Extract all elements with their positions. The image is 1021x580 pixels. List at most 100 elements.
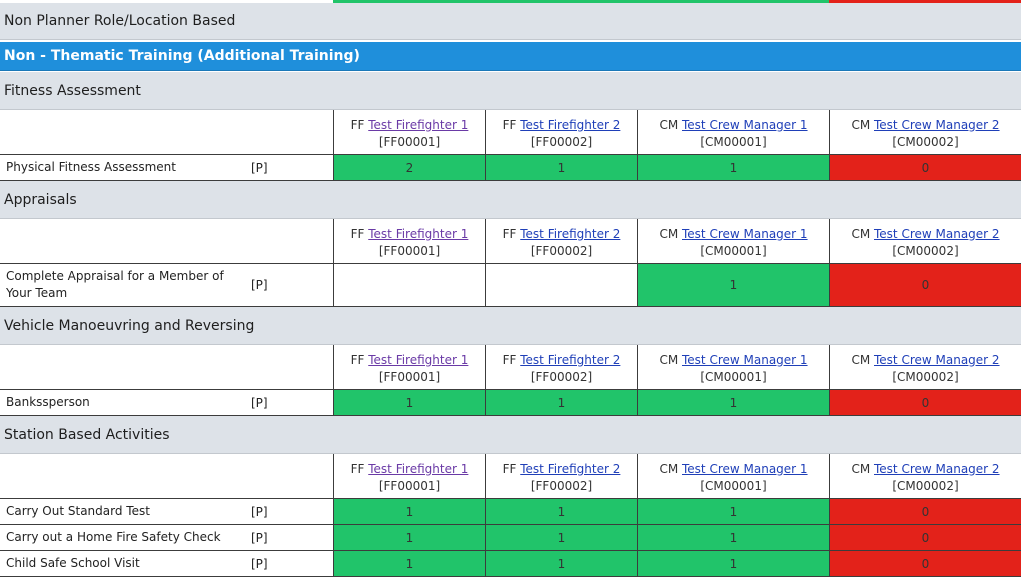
- person-link[interactable]: Test Crew Manager 1: [682, 227, 808, 241]
- person-column-header: CM Test Crew Manager 1 [CM00001]: [637, 345, 829, 389]
- section-header-vehicle: Vehicle Manoeuvring and Reversing: [0, 307, 1021, 345]
- role-header-title: Non Planner Role/Location Based: [4, 13, 236, 29]
- people-header-row: FF Test Firefighter 1 [FF00001] FF Test F…: [0, 110, 1021, 155]
- status-cell-green[interactable]: 1: [333, 499, 485, 524]
- person-id: [FF00002]: [530, 135, 593, 149]
- status-cell-empty[interactable]: [485, 264, 637, 306]
- activity-tag: [P]: [251, 556, 268, 571]
- status-cell-red[interactable]: 0: [829, 551, 1021, 576]
- status-cell-red[interactable]: 0: [829, 525, 1021, 550]
- activity-tag: [P]: [251, 530, 268, 545]
- status-cell-red[interactable]: 0: [829, 155, 1021, 180]
- person-column-header: FF Test Firefighter 1 [FF00001]: [333, 110, 485, 154]
- status-cell-green[interactable]: 1: [637, 551, 829, 576]
- category-header[interactable]: Non - Thematic Training (Additional Trai…: [0, 42, 1021, 71]
- person-column-header: FF Test Firefighter 1 [FF00001]: [333, 345, 485, 389]
- person-prefix: FF: [350, 227, 365, 241]
- status-cell-empty[interactable]: [333, 264, 485, 306]
- status-cell-green[interactable]: 1: [637, 264, 829, 306]
- activity-tag: [P]: [251, 160, 268, 175]
- person-link[interactable]: Test Crew Manager 2: [874, 353, 1000, 367]
- status-cell-green[interactable]: 1: [485, 551, 637, 576]
- activity-tag: [P]: [251, 395, 268, 410]
- person-link[interactable]: Test Firefighter 1: [368, 462, 468, 476]
- person-column-header: CM Test Crew Manager 2 [CM00002]: [829, 110, 1021, 154]
- section-header-station: Station Based Activities: [0, 416, 1021, 454]
- status-cell-green[interactable]: 1: [333, 551, 485, 576]
- person-column-header: CM Test Crew Manager 2 [CM00002]: [829, 219, 1021, 263]
- person-link[interactable]: Test Crew Manager 2: [874, 462, 1000, 476]
- person-column-header: FF Test Firefighter 1 [FF00001]: [333, 219, 485, 263]
- section-header-appraisals: Appraisals: [0, 181, 1021, 219]
- activity-name: Complete Appraisal for a Member of Your …: [6, 269, 224, 300]
- person-link[interactable]: Test Firefighter 1: [368, 227, 468, 241]
- status-cell-red[interactable]: 0: [829, 264, 1021, 306]
- person-column-header: CM Test Crew Manager 2 [CM00002]: [829, 454, 1021, 498]
- activity-tag: [P]: [251, 504, 268, 519]
- person-id: [CM00001]: [700, 244, 767, 258]
- person-id: [FF00001]: [378, 479, 441, 493]
- activity-row: Bankssperson [P] 1 1 1 0: [0, 390, 1021, 416]
- status-cell-green[interactable]: 1: [637, 390, 829, 415]
- person-link[interactable]: Test Firefighter 2: [520, 227, 620, 241]
- person-id: [CM00001]: [700, 479, 767, 493]
- person-column-header: FF Test Firefighter 2 [FF00002]: [485, 454, 637, 498]
- section-title: Fitness Assessment: [4, 82, 141, 99]
- activity-row: Complete Appraisal for a Member of Your …: [0, 264, 1021, 307]
- person-id: [FF00002]: [530, 370, 593, 384]
- person-column-header: CM Test Crew Manager 1 [CM00001]: [637, 454, 829, 498]
- status-cell-green[interactable]: 1: [485, 155, 637, 180]
- person-column-header: FF Test Firefighter 2 [FF00002]: [485, 219, 637, 263]
- person-link[interactable]: Test Firefighter 2: [520, 353, 620, 367]
- person-link[interactable]: Test Crew Manager 1: [682, 353, 808, 367]
- status-cell-green[interactable]: 1: [485, 390, 637, 415]
- person-prefix: CM: [659, 353, 679, 367]
- person-prefix: FF: [502, 462, 517, 476]
- status-cell-green[interactable]: 1: [333, 390, 485, 415]
- section-title: Station Based Activities: [4, 426, 170, 443]
- status-cell-green[interactable]: 1: [485, 499, 637, 524]
- person-prefix: FF: [502, 353, 517, 367]
- activity-row: Physical Fitness Assessment [P] 2 1 1 0: [0, 155, 1021, 181]
- person-link[interactable]: Test Firefighter 1: [368, 118, 468, 132]
- people-header-row: FF Test Firefighter 1 [FF00001] FF Test F…: [0, 454, 1021, 499]
- section-header-fitness: Fitness Assessment: [0, 72, 1021, 110]
- person-id: [FF00001]: [378, 135, 441, 149]
- person-link[interactable]: Test Firefighter 2: [520, 462, 620, 476]
- person-link[interactable]: Test Firefighter 1: [368, 353, 468, 367]
- person-prefix: FF: [350, 353, 365, 367]
- person-link[interactable]: Test Crew Manager 1: [682, 462, 808, 476]
- person-link[interactable]: Test Crew Manager 2: [874, 118, 1000, 132]
- person-id: [CM00002]: [892, 370, 959, 384]
- person-prefix: CM: [659, 118, 679, 132]
- status-cell-red[interactable]: 0: [829, 499, 1021, 524]
- person-link[interactable]: Test Crew Manager 2: [874, 227, 1000, 241]
- role-header: Non Planner Role/Location Based: [0, 3, 1021, 40]
- person-prefix: FF: [350, 462, 365, 476]
- people-header-row: FF Test Firefighter 1 [FF00001] FF Test F…: [0, 345, 1021, 390]
- person-id: [FF00001]: [378, 370, 441, 384]
- person-id: [FF00002]: [530, 244, 593, 258]
- status-cell-green[interactable]: 2: [333, 155, 485, 180]
- status-cell-green[interactable]: 1: [637, 525, 829, 550]
- status-cell-green[interactable]: 1: [333, 525, 485, 550]
- activity-name: Carry out a Home Fire Safety Check: [6, 530, 221, 544]
- status-cell-red[interactable]: 0: [829, 390, 1021, 415]
- activity-row: Child Safe School Visit [P] 1 1 1 0: [0, 551, 1021, 577]
- status-cell-green[interactable]: 1: [485, 525, 637, 550]
- person-id: [CM00002]: [892, 244, 959, 258]
- person-link[interactable]: Test Firefighter 2: [520, 118, 620, 132]
- person-prefix: CM: [659, 462, 679, 476]
- person-prefix: CM: [851, 462, 871, 476]
- person-link[interactable]: Test Crew Manager 1: [682, 118, 808, 132]
- activity-tag: [P]: [251, 278, 268, 292]
- person-prefix: FF: [502, 118, 517, 132]
- person-id: [CM00002]: [892, 479, 959, 493]
- person-prefix: CM: [851, 227, 871, 241]
- person-prefix: CM: [851, 118, 871, 132]
- people-header-row: FF Test Firefighter 1 [FF00001] FF Test F…: [0, 219, 1021, 264]
- status-cell-green[interactable]: 1: [637, 155, 829, 180]
- status-cell-green[interactable]: 1: [637, 499, 829, 524]
- person-column-header: FF Test Firefighter 2 [FF00002]: [485, 110, 637, 154]
- activity-row: Carry out a Home Fire Safety Check [P] 1…: [0, 525, 1021, 551]
